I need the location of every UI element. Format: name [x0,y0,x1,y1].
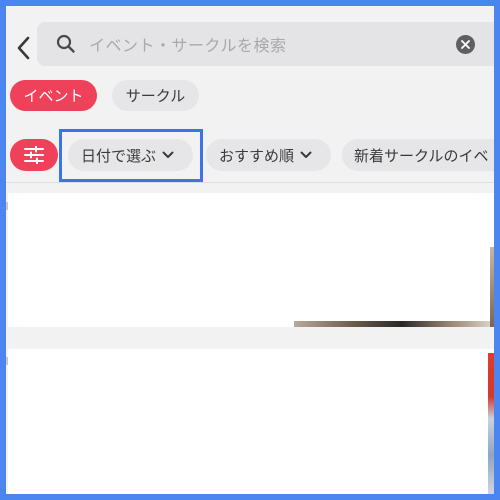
sort-filter-label: おすすめ順 [219,146,295,165]
divider [6,182,494,183]
tab-event-label: イベント [23,87,84,105]
new-circle-events-label: 新着サークルのイベ [354,146,489,165]
sliders-icon [24,146,44,164]
date-filter-chip[interactable]: 日付で選ぶ [68,139,193,171]
new-circle-events-chip[interactable]: 新着サークルのイベ [342,139,494,171]
event-thumbnail [490,247,494,327]
clear-search-button[interactable] [456,35,475,54]
sort-filter-chip[interactable]: おすすめ順 [206,139,331,171]
date-filter-label: 日付で選ぶ [81,146,157,165]
event-thumbnail [488,353,494,494]
event-thumbnail [294,321,490,327]
clear-circle-icon [461,40,470,49]
filter-settings-button[interactable] [10,139,58,171]
event-card[interactable] [8,349,494,494]
tab-circle[interactable]: サークル [112,80,199,111]
search-icon [56,34,75,53]
chevron-down-icon [300,151,312,158]
chevron-down-icon [162,151,174,158]
back-button[interactable] [10,28,36,68]
search-bar[interactable]: イベント・サークルを検索 [37,22,494,66]
event-card[interactable] [8,193,494,327]
tab-event[interactable]: イベント [10,80,97,111]
app-screen: イベント・サークルを検索 イベント サークル 日付で選ぶ おすすめ順 新着サーク… [6,6,494,494]
tab-circle-label: サークル [125,87,186,105]
search-input[interactable]: イベント・サークルを検索 [89,32,287,56]
chevron-left-icon [17,36,30,60]
